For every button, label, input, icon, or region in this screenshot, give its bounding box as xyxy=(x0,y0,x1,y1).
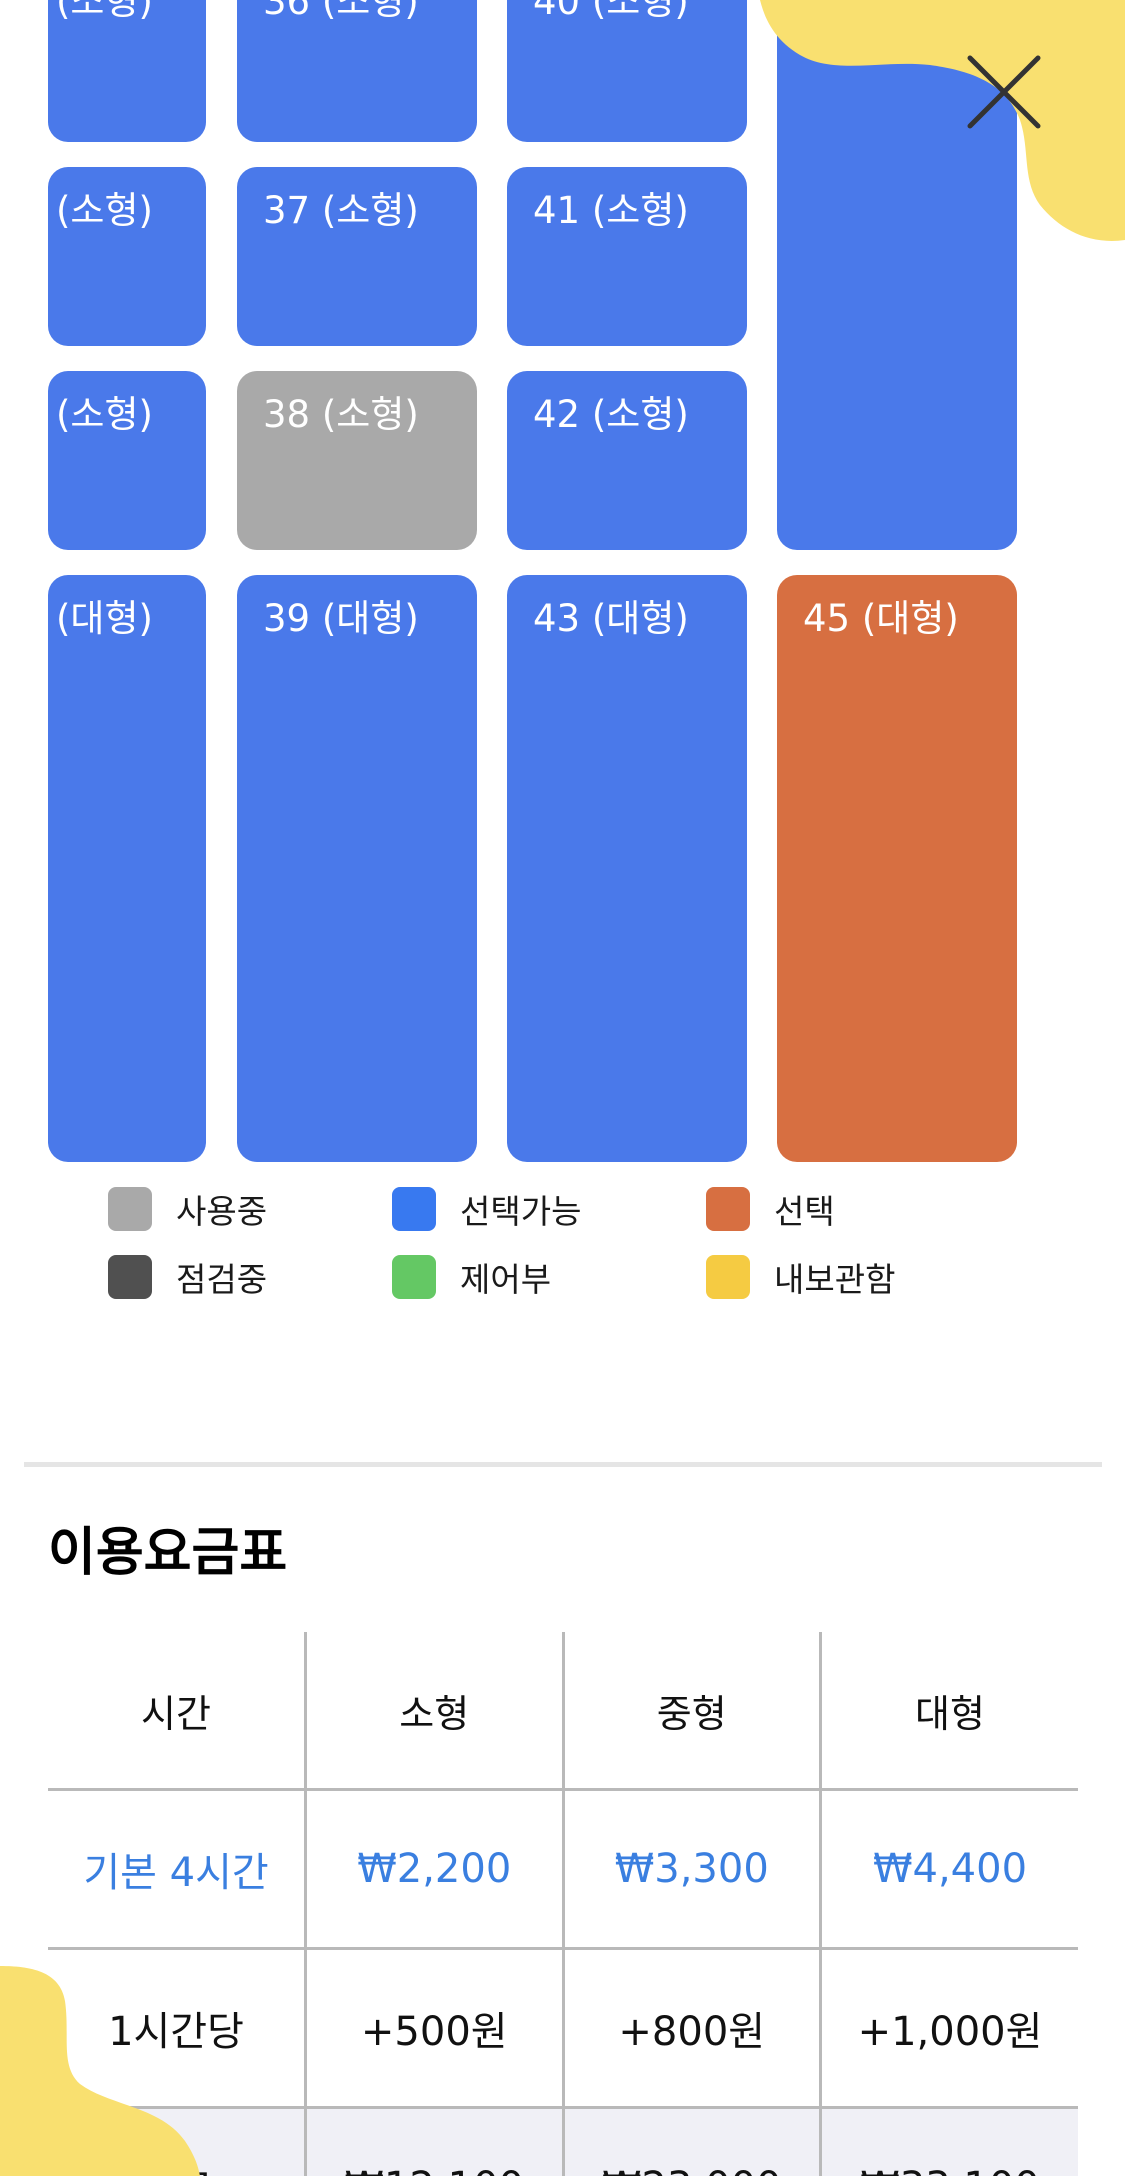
fee-row-base: 기본 4시간 ₩2,200 ₩3,300 ₩4,400 xyxy=(48,1789,1078,1950)
fee-header-small: 소형 xyxy=(304,1632,563,1791)
fee-header-time: 시간 xyxy=(48,1632,306,1791)
legend-selected: 선택 xyxy=(706,1186,835,1232)
fee-cell: ₩12,100 xyxy=(304,2107,563,2176)
legend-label: 제어부 xyxy=(460,1260,552,1299)
locker-cell[interactable]: (소형) xyxy=(48,167,206,346)
legend-label: 선택가능 xyxy=(460,1192,582,1231)
fee-cell: ₩33,100 xyxy=(819,2107,1078,2176)
locker-selection-page: (소형) 36 (소형) 40 (소형) (소형) 37 (소형) 41 (소형… xyxy=(0,0,1125,2176)
locker-41[interactable]: 41 (소형) xyxy=(507,167,747,346)
legend-swatch-selected xyxy=(706,1187,750,1231)
fee-cell: ₩23,000 xyxy=(561,2107,821,2176)
locker-42[interactable]: 42 (소형) xyxy=(507,371,747,550)
locker-36[interactable]: 36 (소형) xyxy=(237,0,477,142)
close-x-icon[interactable] xyxy=(964,52,1044,132)
legend-swatch-inspecting xyxy=(108,1255,152,1299)
locker-38[interactable]: 38 (소형) xyxy=(237,371,477,550)
legend-swatch-control xyxy=(392,1255,436,1299)
fee-cell: 기본 4시간 xyxy=(48,1789,306,1950)
legend-swatch-stored xyxy=(706,1255,750,1299)
fee-table-header-row: 시간 소형 중형 대형 xyxy=(48,1632,1078,1791)
locker-cell[interactable]: (소형) xyxy=(48,0,206,142)
locker-40[interactable]: 40 (소형) xyxy=(507,0,747,142)
legend-label: 내보관함 xyxy=(774,1260,896,1299)
legend-stored: 내보관함 xyxy=(706,1254,895,1300)
locker-45[interactable]: 45 (대형) xyxy=(777,575,1017,1162)
locker-cell[interactable]: (대형) xyxy=(48,575,206,1162)
legend-swatch-available xyxy=(392,1187,436,1231)
fee-cell: ₩3,300 xyxy=(561,1789,821,1950)
legend-swatch-in-use xyxy=(108,1187,152,1231)
fee-header-medium: 중형 xyxy=(561,1632,821,1791)
legend-control: 제어부 xyxy=(392,1254,551,1300)
legend-inspecting: 점검중 xyxy=(108,1254,267,1300)
locker-37[interactable]: 37 (소형) xyxy=(237,167,477,346)
legend-available: 선택가능 xyxy=(392,1186,581,1232)
fee-cell: ₩4,400 xyxy=(819,1789,1078,1950)
fee-header-large: 대형 xyxy=(819,1632,1078,1791)
decorative-blob-bottom xyxy=(0,1966,200,2176)
legend-in-use: 사용중 xyxy=(108,1186,267,1232)
decorative-blob-top xyxy=(760,0,1125,241)
fee-cell: +500원 xyxy=(304,1948,563,2109)
fee-table-title: 이용요금표 xyxy=(48,1523,288,1583)
legend-label: 선택 xyxy=(774,1192,835,1231)
legend-label: 점검중 xyxy=(176,1260,268,1299)
legend-label: 사용중 xyxy=(176,1192,268,1231)
locker-cell[interactable]: (소형) xyxy=(48,371,206,550)
locker-43[interactable]: 43 (대형) xyxy=(507,575,747,1162)
fee-cell: ₩2,200 xyxy=(304,1789,563,1950)
fee-cell: +800원 xyxy=(561,1948,821,2109)
fee-cell: +1,000원 xyxy=(819,1948,1078,2109)
locker-39[interactable]: 39 (대형) xyxy=(237,575,477,1162)
section-divider xyxy=(24,1462,1102,1467)
